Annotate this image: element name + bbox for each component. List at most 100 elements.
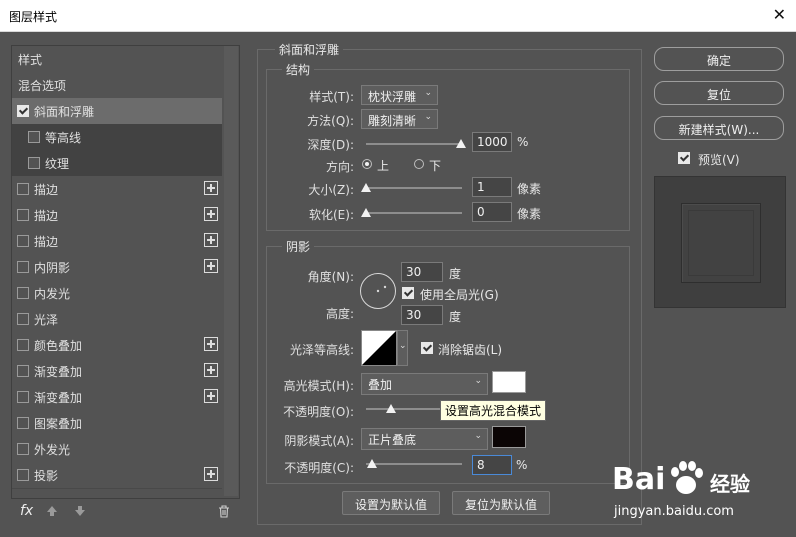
style-list-checkbox[interactable]: [17, 365, 29, 377]
up-arrow-icon[interactable]: [46, 505, 58, 517]
gloss-contour-dropdown[interactable]: ⌄: [397, 330, 408, 366]
style-list-item[interactable]: 描边: [12, 228, 222, 255]
direction-down-radio[interactable]: [414, 159, 424, 169]
gloss-contour-picker[interactable]: [361, 330, 397, 366]
soften-slider-thumb[interactable]: [361, 208, 371, 217]
style-list-label: 光泽: [34, 313, 59, 327]
style-list-item[interactable]: 内阴影: [12, 254, 222, 281]
size-slider-thumb[interactable]: [361, 183, 371, 192]
style-list-checkbox[interactable]: [28, 131, 40, 143]
style-list-item[interactable]: 混合选项: [12, 72, 222, 99]
add-effect-icon[interactable]: [204, 259, 218, 273]
style-list-item[interactable]: 内发光: [12, 280, 222, 307]
highlight-mode-select[interactable]: 叠加 ⌄: [361, 373, 488, 395]
style-list-item[interactable]: 描边: [12, 176, 222, 203]
shadow-color-swatch[interactable]: [492, 426, 526, 448]
size-input[interactable]: 1: [472, 177, 512, 197]
trash-icon[interactable]: [218, 505, 230, 518]
gloss-contour-label: 光泽等高线:: [289, 343, 354, 357]
style-list-item[interactable]: 渐变叠加: [12, 384, 222, 411]
tooltip: 设置高光混合模式: [440, 400, 547, 421]
reset-button[interactable]: 复位: [654, 81, 784, 105]
shadow-opacity-label: 不透明度(C):: [284, 461, 354, 475]
style-select[interactable]: 枕状浮雕 ⌄: [361, 85, 438, 105]
add-effect-icon[interactable]: [204, 233, 218, 247]
set-default-button[interactable]: 设置为默认值: [342, 491, 440, 515]
style-list-label: 混合选项: [18, 79, 67, 93]
style-list-checkbox[interactable]: [17, 443, 29, 455]
style-list-item[interactable]: 描边: [12, 202, 222, 229]
shadow-opacity-input[interactable]: 8: [472, 455, 512, 475]
style-list-scrollbar[interactable]: [224, 46, 238, 496]
soften-slider[interactable]: [366, 212, 462, 214]
style-list-item[interactable]: 渐变叠加: [12, 358, 222, 385]
size-slider[interactable]: [366, 187, 462, 189]
technique-label: 方法(Q):: [307, 114, 354, 128]
add-effect-icon[interactable]: [204, 181, 218, 195]
style-list-checkbox[interactable]: [17, 183, 29, 195]
close-icon[interactable]: ✕: [773, 5, 786, 24]
style-list-checkbox[interactable]: [17, 209, 29, 221]
angle-unit: 度: [449, 267, 462, 281]
style-list-item[interactable]: 光泽: [12, 306, 222, 333]
style-list-item[interactable]: 纹理: [12, 150, 222, 177]
angle-input[interactable]: 30: [401, 262, 443, 282]
direction-up-radio[interactable]: [362, 159, 372, 169]
depth-slider[interactable]: [366, 143, 462, 145]
down-arrow-icon[interactable]: [74, 505, 86, 517]
style-list-item[interactable]: 图案叠加: [12, 410, 222, 437]
add-effect-icon[interactable]: [204, 363, 218, 377]
global-light-checkbox[interactable]: [402, 287, 414, 299]
highlight-opacity-slider-thumb[interactable]: [386, 404, 396, 413]
window-title: 图层样式: [9, 10, 58, 24]
style-list-checkbox[interactable]: [17, 105, 29, 117]
style-label: 样式(T):: [309, 90, 354, 104]
style-list-checkbox[interactable]: [17, 261, 29, 273]
structure-title: 结构: [282, 61, 315, 78]
style-list-checkbox[interactable]: [17, 287, 29, 299]
chevron-down-icon: ⌄: [424, 112, 432, 122]
style-list-checkbox[interactable]: [17, 391, 29, 403]
shadow-opacity-slider-thumb[interactable]: [367, 459, 377, 468]
depth-input[interactable]: 1000: [472, 132, 512, 152]
anti-alias-checkbox[interactable]: [421, 342, 433, 354]
add-effect-icon[interactable]: [204, 207, 218, 221]
shadow-opacity-slider[interactable]: [366, 463, 462, 465]
direction-down-label: 下: [429, 159, 442, 173]
style-list-checkbox[interactable]: [28, 157, 40, 169]
style-list-label: 描边: [34, 183, 59, 197]
angle-dial[interactable]: [359, 272, 397, 310]
style-list-item[interactable]: 投影: [12, 462, 222, 489]
preview-checkbox[interactable]: [678, 152, 690, 164]
style-list-item[interactable]: 样式: [12, 46, 222, 73]
style-list-item[interactable]: 外发光: [12, 436, 222, 463]
soften-input[interactable]: 0: [472, 202, 512, 222]
highlight-color-swatch[interactable]: [492, 371, 526, 393]
direction-label: 方向:: [325, 160, 354, 174]
style-list-item[interactable]: 颜色叠加: [12, 332, 222, 359]
style-list-label: 颜色叠加: [34, 339, 83, 353]
altitude-input[interactable]: 30: [401, 305, 443, 325]
chevron-down-icon: ⌄: [424, 88, 432, 98]
style-list-checkbox[interactable]: [17, 469, 29, 481]
shadow-mode-select[interactable]: 正片叠底 ⌄: [361, 428, 488, 450]
size-unit: 像素: [517, 182, 542, 196]
style-list-label: 图案叠加: [34, 417, 83, 431]
technique-select[interactable]: 雕刻清晰 ⌄: [361, 109, 438, 129]
add-effect-icon[interactable]: [204, 467, 218, 481]
style-list-item[interactable]: 等高线: [12, 124, 222, 151]
add-effect-icon[interactable]: [204, 337, 218, 351]
style-list-checkbox[interactable]: [17, 339, 29, 351]
depth-slider-thumb[interactable]: [456, 139, 466, 148]
new-style-button[interactable]: 新建样式(W)...: [654, 116, 784, 140]
style-list-checkbox[interactable]: [17, 313, 29, 325]
reset-default-button[interactable]: 复位为默认值: [452, 491, 550, 515]
style-list-item[interactable]: 斜面和浮雕: [12, 98, 222, 125]
add-effect-icon[interactable]: [204, 389, 218, 403]
style-list-checkbox[interactable]: [17, 417, 29, 429]
style-list-checkbox[interactable]: [17, 235, 29, 247]
angle-label: 角度(N):: [307, 270, 354, 284]
fx-icon[interactable]: fx: [20, 503, 33, 519]
ok-button[interactable]: 确定: [654, 47, 784, 71]
depth-label: 深度(D):: [307, 138, 354, 152]
